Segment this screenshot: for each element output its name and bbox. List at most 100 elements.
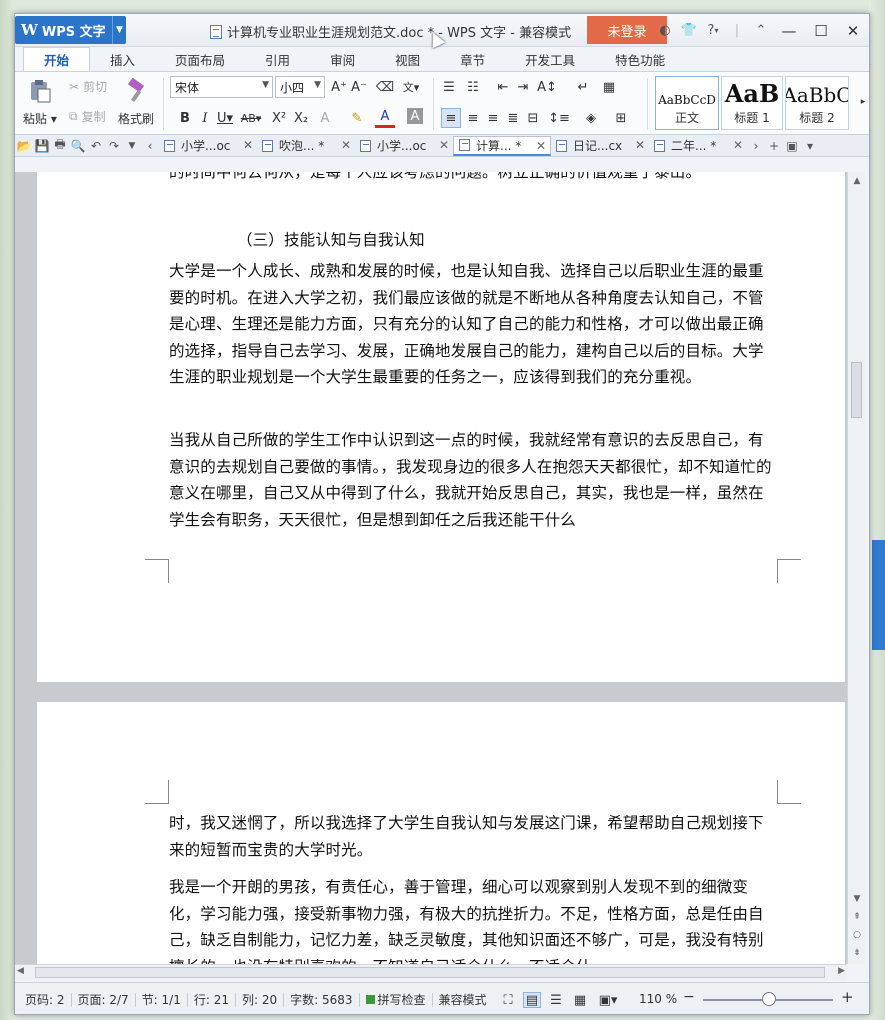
paragraph-shading-icon[interactable]: ◈ bbox=[581, 108, 601, 128]
format-painter-button[interactable]: 格式刷 bbox=[118, 72, 154, 127]
char-shading-icon[interactable]: A bbox=[407, 108, 423, 124]
open-folder-icon[interactable]: 📂 bbox=[15, 137, 33, 155]
new-tab-icon[interactable]: + bbox=[765, 137, 783, 155]
skin-icon[interactable]: ◐ bbox=[653, 19, 677, 43]
redo-icon[interactable]: ↷ bbox=[105, 137, 123, 155]
horizontal-scroll-thumb[interactable] bbox=[35, 967, 825, 978]
border-icon[interactable]: ⊞ bbox=[611, 108, 631, 128]
justify-button[interactable]: ≣ bbox=[503, 108, 523, 128]
subscript-button[interactable]: X₂ bbox=[291, 108, 311, 128]
ribbon-tab[interactable]: 视图 bbox=[375, 47, 440, 71]
tab-menu-icon[interactable]: ▾ bbox=[801, 137, 819, 155]
underline-button[interactable]: U▾ bbox=[215, 108, 235, 128]
ribbon-tab[interactable]: 章节 bbox=[440, 47, 505, 71]
align-right-button[interactable]: ≡ bbox=[483, 108, 503, 128]
bold-button[interactable]: B bbox=[175, 108, 195, 128]
zoom-out-icon[interactable]: − bbox=[683, 989, 695, 1005]
vertical-scrollbar[interactable]: ▲ ▼ ⇞ ○ ⇟ bbox=[847, 172, 865, 964]
align-center-button[interactable]: ≡ bbox=[463, 108, 483, 128]
shrink-font-icon[interactable]: A⁻ bbox=[349, 77, 369, 97]
paragraph-line[interactable]: 的时间中何去何从，是每个人应该考虑的问题。树立正确的价值观重于泰山。 bbox=[169, 172, 777, 186]
print-icon[interactable]: 🖶 bbox=[51, 137, 69, 155]
document-tab[interactable]: 小学...oc ✕ bbox=[355, 136, 453, 156]
print-preview-icon[interactable]: 🔍 bbox=[69, 137, 87, 155]
paragraph[interactable]: 大学是一个人成长、成熟和发展的时候，也是认知自我、选择自己以后职业生涯的最重要的… bbox=[169, 258, 777, 391]
tabs-scroll-left-icon[interactable]: ‹ bbox=[141, 137, 159, 155]
font-size-select[interactable]: 小四 ▼ bbox=[275, 76, 325, 98]
superscript-button[interactable]: X² bbox=[269, 108, 289, 128]
ribbon-tab[interactable]: 审阅 bbox=[310, 47, 375, 71]
ribbon-tab[interactable]: 插入 bbox=[90, 47, 155, 71]
style-heading-2[interactable]: AaBbC 标题 2 bbox=[785, 76, 849, 130]
phonetic-guide-icon[interactable]: 文▾ bbox=[401, 77, 421, 97]
distributed-align-button[interactable]: ⊟ bbox=[523, 108, 543, 128]
wps-app-menu-button[interactable]: W WPS 文字 ▼ bbox=[15, 16, 126, 44]
style-heading-1[interactable]: AaB 标题 1 bbox=[721, 76, 783, 130]
font-color-icon[interactable]: A bbox=[375, 108, 395, 128]
zoom-level[interactable]: 110 % bbox=[639, 992, 677, 1006]
maximize-button[interactable]: ☐ bbox=[805, 16, 837, 46]
close-tab-icon[interactable]: ✕ bbox=[341, 138, 351, 152]
numbered-list-icon[interactable]: ☷ bbox=[463, 77, 483, 97]
document-page[interactable]: 时，我又迷惘了，所以我选择了大学生自我认知与发展这门课，希望帮助自己规划接下来的… bbox=[37, 702, 845, 964]
page-view-icon[interactable]: ▤ bbox=[523, 992, 541, 1008]
close-tab-icon[interactable]: ✕ bbox=[635, 138, 645, 152]
ribbon-tab[interactable]: 开发工具 bbox=[505, 47, 595, 71]
table-icon[interactable]: ▦ bbox=[599, 77, 619, 97]
increase-indent-icon[interactable]: ⇥ bbox=[513, 77, 533, 97]
next-page-icon[interactable]: ⇟ bbox=[848, 944, 866, 962]
select-browse-object-icon[interactable]: ○ bbox=[848, 926, 866, 944]
paragraph[interactable]: 时，我又迷惘了，所以我选择了大学生自我认知与发展这门课，希望帮助自己规划接下来的… bbox=[169, 810, 777, 863]
document-tab[interactable]: 计算... * ✕ bbox=[453, 135, 551, 156]
ribbon-tab[interactable]: 开始 bbox=[23, 47, 91, 71]
prev-page-icon[interactable]: ⇞ bbox=[848, 908, 866, 926]
style-normal[interactable]: AaBbCcD 正文 bbox=[655, 76, 719, 130]
text-effect-icon[interactable]: A bbox=[315, 108, 335, 128]
chinese-layout-icon[interactable]: A↕ bbox=[537, 77, 557, 97]
app-menu-dropdown-icon[interactable]: ▼ bbox=[112, 16, 126, 44]
grow-font-icon[interactable]: A⁺ bbox=[329, 77, 349, 97]
document-page[interactable]: 的时间中何去何从，是每个人应该考虑的问题。树立正确的价值观重于泰山。 （三）技能… bbox=[37, 172, 845, 682]
clear-format-icon[interactable]: ⌫ bbox=[375, 77, 395, 97]
ribbon-tab[interactable]: 引用 bbox=[245, 47, 310, 71]
scroll-down-icon[interactable]: ▼ bbox=[848, 890, 866, 908]
quick-access-dropdown-icon[interactable]: ▼ bbox=[123, 137, 141, 155]
save-icon[interactable]: 💾 bbox=[33, 137, 51, 155]
bullet-list-icon[interactable]: ☰ bbox=[439, 77, 459, 97]
spell-check-toggle[interactable]: 拼写检查 bbox=[362, 991, 430, 1008]
outline-view-icon[interactable]: ☰ bbox=[547, 992, 565, 1008]
document-tab[interactable]: 二年... * ✕ bbox=[649, 136, 747, 156]
font-name-select[interactable]: 宋体 ▼ bbox=[170, 76, 273, 98]
undo-icon[interactable]: ↶ bbox=[87, 137, 105, 155]
scroll-right-icon[interactable]: ▶ bbox=[838, 966, 845, 976]
highlight-icon[interactable]: ✎ bbox=[347, 108, 367, 128]
paragraph[interactable]: 我是一个开朗的男孩，有责任心，善于管理，细心可以观察到别人发现不到的细微变化，学… bbox=[169, 874, 777, 964]
tabs-scroll-right-icon[interactable]: › bbox=[747, 137, 765, 155]
ribbon-tab[interactable]: 特色功能 bbox=[595, 47, 685, 71]
vertical-scroll-thumb[interactable] bbox=[851, 362, 862, 418]
document-canvas[interactable]: 的时间中何去何从，是每个人应该考虑的问题。树立正确的价值观重于泰山。 （三）技能… bbox=[15, 172, 847, 964]
line-spacing-icon[interactable]: ↕≡ bbox=[548, 108, 570, 128]
scroll-left-icon[interactable]: ◀ bbox=[17, 966, 24, 976]
full-screen-view-icon[interactable]: ⛶ bbox=[499, 992, 517, 1008]
document-tab[interactable]: 日记...cx ✕ bbox=[551, 136, 649, 156]
collapse-ribbon-icon[interactable]: ⌃ bbox=[749, 19, 773, 43]
show-marks-icon[interactable]: ↵ bbox=[573, 77, 593, 97]
styles-scroll-icon[interactable]: ▸ bbox=[853, 92, 869, 112]
strikethrough-button[interactable]: AB▾ bbox=[241, 108, 262, 128]
close-tab-icon[interactable]: ✕ bbox=[733, 138, 743, 152]
minimize-button[interactable]: — bbox=[773, 16, 805, 46]
decrease-indent-icon[interactable]: ⇤ bbox=[493, 77, 513, 97]
section-heading[interactable]: （三）技能认知与自我认知 bbox=[237, 227, 845, 254]
reading-view-icon[interactable]: ▣▾ bbox=[595, 992, 621, 1008]
tshirt-icon[interactable]: 👕 bbox=[677, 19, 701, 43]
tab-list-icon[interactable]: ▣ bbox=[783, 137, 801, 155]
status-word-count[interactable]: 字数: 5683 bbox=[286, 991, 356, 1008]
paragraph[interactable]: 当我从自己所做的学生工作中认识到这一点的时候，我就经常有意识的去反思自己，有意识… bbox=[169, 427, 777, 533]
horizontal-scrollbar[interactable]: ◀ ▶ bbox=[15, 964, 847, 980]
ribbon-tab[interactable]: 页面布局 bbox=[155, 47, 245, 71]
document-tab[interactable]: 吹泡... * ✕ bbox=[257, 136, 355, 156]
close-tab-icon[interactable]: ✕ bbox=[243, 138, 253, 152]
document-tab[interactable]: 小学...oc ✕ bbox=[159, 136, 257, 156]
italic-button[interactable]: I bbox=[195, 108, 215, 128]
